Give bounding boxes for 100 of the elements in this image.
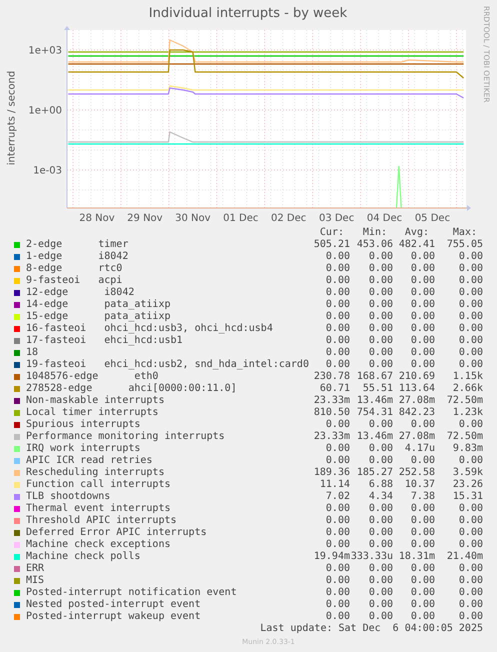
x-tick-label: 29 Nov bbox=[127, 213, 163, 224]
y-tick-label: 1e+00 bbox=[28, 106, 62, 116]
legend-label: ERR bbox=[26, 563, 44, 574]
legend-value: 13.46m bbox=[356, 395, 393, 407]
legend-value: 0.00 bbox=[410, 503, 435, 515]
legend-value: 0.00 bbox=[326, 263, 350, 275]
legend-label: 278528-edge ahci[0000:00:11.0] bbox=[26, 383, 237, 394]
y-tick-label: 1e+03 bbox=[28, 46, 62, 56]
x-tick-label: 02 Dec bbox=[271, 213, 306, 224]
legend-value: 168.67 bbox=[356, 371, 393, 383]
legend-value: 0.00 bbox=[368, 575, 393, 587]
legend-value: 0.00 bbox=[458, 611, 483, 623]
legend-value: 0.00 bbox=[326, 419, 350, 431]
x-tick-label: 01 Dec bbox=[223, 213, 258, 224]
legend-value: 0.00 bbox=[410, 263, 435, 275]
column-header: Cur: bbox=[320, 227, 344, 239]
legend-value: 0.00 bbox=[410, 611, 435, 623]
legend-label: 2-edge timer bbox=[26, 239, 128, 250]
legend-value: 13.46m bbox=[356, 431, 393, 443]
legend-value: 0.00 bbox=[326, 587, 350, 599]
legend-label: 17-fasteoi ehci_hcd:usb1 bbox=[26, 335, 183, 346]
legend-value: 19.94m bbox=[314, 551, 350, 563]
legend-value: 0.00 bbox=[326, 299, 350, 311]
legend-value: 60.71 bbox=[320, 383, 350, 395]
legend-label: Local timer interrupts bbox=[26, 407, 158, 418]
legend-value: 0.00 bbox=[368, 515, 393, 527]
legend-value: 0.00 bbox=[458, 251, 483, 263]
legend-value: 482.41 bbox=[398, 239, 435, 251]
legend-value: 21.40m bbox=[446, 551, 483, 563]
legend-label: Rescheduling interrupts bbox=[26, 467, 164, 478]
legend-value: 6.88 bbox=[368, 479, 393, 491]
legend-value: 0.00 bbox=[458, 347, 483, 359]
legend-value: 0.00 bbox=[326, 347, 350, 359]
legend-label: Machine check exceptions bbox=[26, 539, 170, 550]
legend-value: 72.50m bbox=[446, 431, 483, 443]
legend-value: 0.00 bbox=[368, 527, 393, 539]
legend-value: 0.00 bbox=[458, 575, 483, 587]
legend-value: 0.00 bbox=[410, 563, 435, 575]
legend-value: 333.33u bbox=[350, 551, 393, 563]
y-tick-label: 1e-03 bbox=[33, 166, 62, 176]
legend-value: 15.31 bbox=[452, 491, 483, 503]
legend-value: 0.00 bbox=[368, 611, 393, 623]
x-tick-label: 03 Dec bbox=[318, 213, 354, 224]
legend-value: 0.00 bbox=[326, 311, 350, 323]
legend-value: 0.00 bbox=[458, 587, 483, 599]
legend-value: 11.14 bbox=[320, 479, 350, 491]
legend-value: 754.31 bbox=[356, 407, 393, 419]
legend-value: 210.69 bbox=[398, 371, 435, 383]
legend-value: 113.64 bbox=[398, 383, 435, 395]
legend-label: 12-edge i8042 bbox=[26, 287, 134, 298]
legend-value: 0.00 bbox=[458, 287, 483, 299]
legend-label: 14-edge pata_atiixp bbox=[26, 299, 170, 310]
column-header: Max: bbox=[452, 227, 477, 239]
legend-value: 185.27 bbox=[356, 467, 393, 479]
legend-value: 23.33m bbox=[314, 395, 350, 407]
legend-label: Machine check polls bbox=[26, 551, 140, 562]
legend-label: Posted-interrupt notification event bbox=[26, 587, 237, 598]
legend-value: 0.00 bbox=[458, 299, 483, 311]
legend-value: 0.00 bbox=[368, 539, 393, 551]
legend-value: 0.00 bbox=[410, 335, 435, 347]
legend-value: 0.00 bbox=[458, 515, 483, 527]
legend-value: 0.00 bbox=[326, 611, 350, 623]
legend-value: 0.00 bbox=[458, 527, 483, 539]
legend-value: 0.00 bbox=[368, 563, 393, 575]
legend-value: 0.00 bbox=[410, 323, 435, 335]
legend-label: APIC ICR read retries bbox=[26, 455, 152, 466]
legend-value: 810.50 bbox=[314, 407, 350, 419]
legend-label: 1-edge i8042 bbox=[26, 251, 128, 262]
legend-value: 0.00 bbox=[368, 443, 393, 455]
legend-label: Non-maskable interrupts bbox=[26, 395, 164, 406]
legend-value: 0.00 bbox=[326, 599, 350, 611]
legend-label: 16-fasteoi ohci_hcd:usb3, ohci_hcd:usb4 bbox=[26, 323, 273, 334]
legend-value: 0.00 bbox=[368, 503, 393, 515]
legend-value: 0.00 bbox=[410, 287, 435, 299]
legend-value: 10.37 bbox=[404, 479, 435, 491]
legend-value: 1.23k bbox=[452, 407, 483, 419]
legend-value: 0.00 bbox=[458, 263, 483, 275]
legend-value: 189.36 bbox=[314, 467, 350, 479]
legend-value: 4.17u bbox=[404, 443, 435, 455]
legend-value: 0.00 bbox=[368, 347, 393, 359]
legend-value: 0.00 bbox=[326, 323, 350, 335]
legend-value: 4.34 bbox=[368, 491, 393, 503]
legend-value: 842.23 bbox=[398, 407, 435, 419]
column-header: Avg: bbox=[404, 227, 429, 239]
legend-value: 0.00 bbox=[410, 419, 435, 431]
legend-value: 18.31m bbox=[398, 551, 435, 563]
legend-value: 0.00 bbox=[368, 323, 393, 335]
legend-label: Thermal event interrupts bbox=[26, 503, 170, 514]
legend-value: 0.00 bbox=[458, 335, 483, 347]
legend-value: 0.00 bbox=[326, 359, 350, 371]
legend-label: Posted-interrupt wakeup event bbox=[26, 611, 201, 622]
chart-title: Individual interrupts - by week bbox=[148, 6, 348, 21]
legend-label: 19-fasteoi ehci_hcd:usb2, snd_hda_intel:card0 bbox=[26, 359, 309, 370]
legend-value: 0.00 bbox=[368, 311, 393, 323]
legend-value: 0.00 bbox=[410, 539, 435, 551]
legend-label: Deferred Error APIC interrupts bbox=[26, 527, 207, 538]
legend-value: 0.00 bbox=[368, 599, 393, 611]
legend-label: Performance monitoring interrupts bbox=[26, 431, 225, 442]
legend-value: 0.00 bbox=[410, 299, 435, 311]
x-tick-label: 04 Dec bbox=[366, 213, 402, 224]
